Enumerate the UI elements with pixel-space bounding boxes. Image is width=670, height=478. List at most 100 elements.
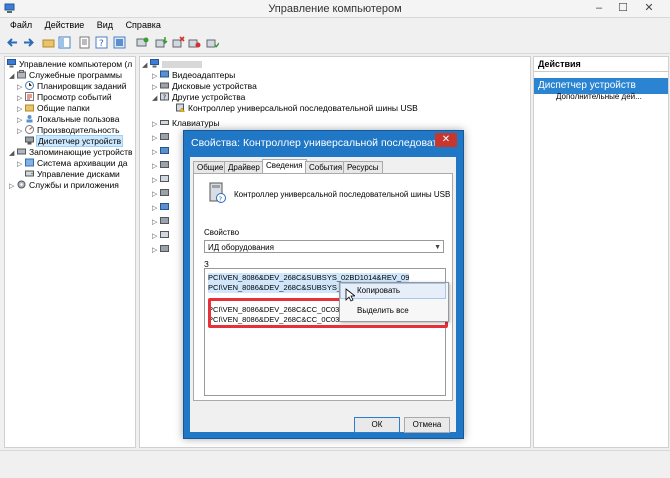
tree-item-label: Производительность <box>37 125 120 135</box>
uninstall-icon[interactable] <box>172 36 185 49</box>
close-window-button[interactable]: ✕ <box>638 0 660 16</box>
shared-folder-icon <box>25 104 34 112</box>
menu-view[interactable]: Вид <box>97 18 113 32</box>
device-category-collapsed[interactable]: ▷ <box>152 146 172 158</box>
dialog-close-button[interactable]: ✕ <box>435 133 457 147</box>
expand-arrow-icon[interactable]: ▷ <box>152 175 160 186</box>
performance-icon <box>25 125 34 134</box>
tree-item-services[interactable]: ▷ Службы и приложения <box>9 180 119 192</box>
menu-help[interactable]: Справка <box>126 18 161 32</box>
menu-bar: Файл Действие Вид Справка <box>0 18 670 32</box>
disable-device-icon[interactable] <box>188 36 201 49</box>
device-category-keyboards[interactable]: ▷ Клавиатуры <box>152 118 219 130</box>
tree-item-computer-management[interactable]: Управление компьютером (л <box>7 59 132 70</box>
expand-arrow-icon[interactable]: ▷ <box>152 133 160 144</box>
backup-icon <box>25 158 34 167</box>
tree-item-disk-management[interactable]: Управление дисками <box>17 169 120 180</box>
property-label: Свойство <box>204 228 240 237</box>
device-category-collapsed[interactable]: ▷ <box>152 216 172 228</box>
expand-arrow-icon[interactable]: ▷ <box>9 181 17 192</box>
expand-arrow-icon[interactable]: ▷ <box>152 231 160 242</box>
actions-header: Действия <box>534 57 668 72</box>
collapse-arrow-icon[interactable]: ◢ <box>142 60 150 71</box>
dialog-body: Общие Драйвер Сведения События Ресурсы ?… <box>190 157 456 433</box>
chevron-down-icon: ▼ <box>434 244 441 251</box>
device-category-collapsed[interactable]: ▷ <box>152 202 172 214</box>
expand-arrow-icon[interactable]: ▷ <box>152 189 160 200</box>
menu-file[interactable]: Файл <box>10 18 32 32</box>
forward-arrow-icon[interactable] <box>22 36 35 49</box>
device-category-collapsed[interactable]: ▷ <box>152 230 172 242</box>
device-category-collapsed[interactable]: ▷ <box>152 132 172 144</box>
properties-dialog: Свойства: Контроллер универсальной после… <box>183 130 464 439</box>
context-menu-select-all[interactable]: Выделить все <box>341 304 445 318</box>
tree-item-label: Запоминающие устройств <box>29 147 133 157</box>
tree-item-label: Управление дисками <box>37 169 120 179</box>
blurred-computer-name <box>162 61 202 68</box>
status-bar <box>0 450 670 478</box>
device-label: Дисковые устройства <box>172 81 257 91</box>
show-tree-icon[interactable] <box>58 36 71 49</box>
help-icon[interactable]: ? <box>95 36 108 49</box>
device-category-icon <box>160 133 169 140</box>
device-category-collapsed[interactable]: ▷ <box>152 174 172 186</box>
unknown-device-icon: ? <box>209 182 226 204</box>
event-log-icon <box>25 92 34 101</box>
expand-arrow-icon[interactable]: ▷ <box>152 161 160 172</box>
storage-icon <box>17 148 26 155</box>
cancel-button[interactable]: Отмена <box>404 417 450 433</box>
tree-item-label: Общие папки <box>37 103 90 113</box>
other-devices-icon: ? <box>160 92 169 101</box>
device-category-icon <box>160 189 169 196</box>
device-category-icon <box>160 175 169 182</box>
mouse-cursor-icon <box>345 288 355 302</box>
scan-hardware-icon[interactable] <box>136 36 149 49</box>
maximize-button[interactable]: ☐ <box>612 0 634 16</box>
property-select[interactable]: ИД оборудования ▼ <box>204 240 444 253</box>
device-label: Клавиатуры <box>172 118 220 128</box>
tree-item-label: Управление компьютером (л <box>19 59 133 69</box>
device-category-icon <box>160 245 169 252</box>
tab-details[interactable]: Сведения <box>262 159 307 174</box>
ok-button[interactable]: ОК <box>354 417 400 433</box>
context-menu-copy[interactable]: Копировать <box>340 283 446 299</box>
device-category-collapsed[interactable]: ▷ <box>152 188 172 200</box>
dialog-title: Свойства: Контроллер универсальной после… <box>191 137 445 149</box>
expand-arrow-icon[interactable]: ▷ <box>152 147 160 158</box>
tree-item-device-manager[interactable]: Диспетчер устройств <box>17 135 124 147</box>
warning-device-icon <box>176 103 185 112</box>
context-menu: Копировать Выделить все <box>339 282 449 322</box>
device-category-icon <box>160 231 169 238</box>
device-label: Видеоадаптеры <box>172 70 236 80</box>
device-category-collapsed[interactable]: ▷ <box>152 160 172 172</box>
collapse-arrow-icon[interactable]: ◢ <box>152 93 160 104</box>
more-actions-link[interactable]: Дополнительные дей... <box>556 92 642 101</box>
expand-arrow-icon[interactable]: ▷ <box>152 119 160 130</box>
device-usb-controller[interactable]: Контроллер универсальной последовательно… <box>168 103 418 114</box>
expand-arrow-icon[interactable]: ▷ <box>152 217 160 228</box>
properties-icon[interactable] <box>78 36 91 49</box>
tools-icon <box>17 70 26 79</box>
device-category-collapsed[interactable]: ▷ <box>152 244 172 256</box>
console-tree: Управление компьютером (л ◢ Служебные про… <box>4 56 136 448</box>
display-adapter-icon <box>160 70 169 78</box>
tree-item-label: Службы и приложения <box>29 180 119 190</box>
view-icon[interactable] <box>113 36 126 49</box>
menu-action[interactable]: Действие <box>45 18 85 32</box>
expand-arrow-icon[interactable]: ◢ <box>9 148 17 159</box>
folder-up-icon[interactable] <box>42 36 55 49</box>
actions-pane: Действия Диспетчер устройств Дополнитель… <box>533 56 669 448</box>
back-arrow-icon[interactable] <box>6 36 19 49</box>
details-tab-page: ? Контроллер универсальной последователь… <box>193 173 453 401</box>
users-icon <box>26 115 33 123</box>
expand-arrow-icon[interactable]: ▷ <box>152 203 160 214</box>
update-driver-icon[interactable] <box>155 36 168 49</box>
minimize-button[interactable]: – <box>588 0 610 16</box>
tree-item-label: Система архивации да <box>37 158 128 168</box>
disk-icon <box>25 170 34 177</box>
enable-device-icon[interactable] <box>206 36 219 49</box>
toolbar: ? <box>0 33 670 54</box>
expand-arrow-icon[interactable]: ◢ <box>9 71 17 82</box>
device-name: Контроллер универсальной последовательно… <box>234 190 451 199</box>
expand-arrow-icon[interactable]: ▷ <box>152 245 160 256</box>
